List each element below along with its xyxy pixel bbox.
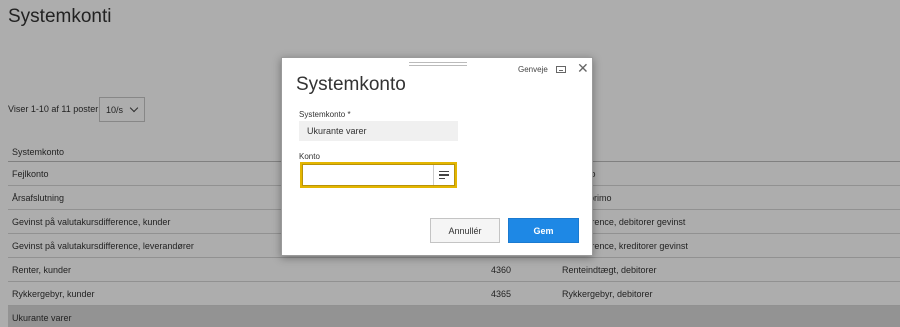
system-account-label: Systemkonto * — [299, 110, 351, 119]
system-account-dialog: Systemkonto Genveje ✕ Systemkonto * Ukur… — [281, 57, 593, 256]
save-button[interactable]: Gem — [508, 218, 579, 243]
keyboard-icon[interactable] — [556, 66, 566, 73]
shortcuts-link[interactable]: Genveje — [518, 65, 548, 74]
account-label: Konto — [299, 152, 320, 161]
close-icon[interactable]: ✕ — [577, 61, 589, 75]
dialog-title: Systemkonto — [296, 74, 406, 95]
list-icon[interactable] — [433, 165, 454, 185]
cancel-button[interactable]: Annullér — [430, 218, 500, 243]
account-input[interactable] — [304, 166, 433, 184]
system-account-value: Ukurante varer — [299, 121, 458, 141]
account-field — [300, 162, 457, 188]
drag-handle[interactable] — [409, 62, 467, 66]
